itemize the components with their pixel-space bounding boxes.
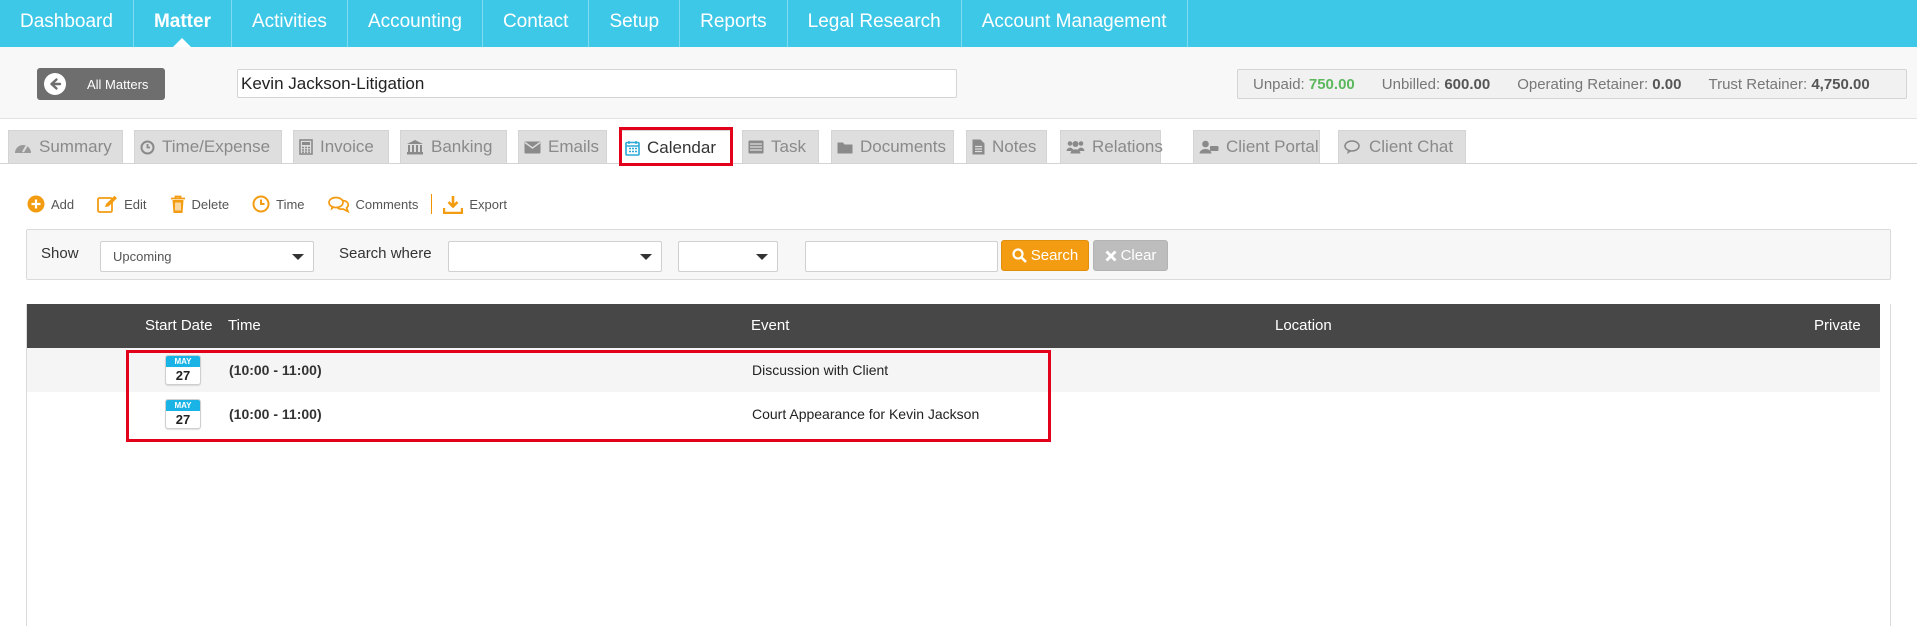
search-button[interactable]: Search [1001,240,1089,271]
date-day: 27 [175,368,191,383]
top-navigation: Dashboard Matter Activities Accounting C… [0,0,1917,47]
all-matters-button[interactable]: All Matters [37,68,165,100]
event-title: Court Appearance for Kevin Jackson [752,406,980,422]
envelope-icon [524,141,541,153]
trust-retainer-value: 4,750.00 [1811,75,1870,93]
nav-setup[interactable]: Setup [589,0,681,47]
nav-account-management[interactable]: Account Management [962,0,1188,47]
toolbar-divider [431,194,433,214]
filter-bar: Show Upcoming Search where Search Clear [26,229,1891,280]
column-start-date[interactable]: Start Date [145,317,213,334]
clear-button[interactable]: Clear [1093,240,1168,271]
dashboard-icon [15,145,31,153]
date-badge: MAY 27 [165,399,201,429]
tab-documents[interactable]: Documents [831,130,954,163]
edit-button[interactable]: Edit [97,195,147,214]
users-icon [1066,141,1085,154]
clock-icon [252,195,270,213]
unbilled-balance: Unbilled: 600.00 [1381,75,1491,93]
event-time: (10:00 - 11:00) [229,406,322,422]
edit-icon [97,195,118,213]
table-row[interactable]: MAY 27 (10:00 - 11:00) Court Appearance … [27,392,1880,436]
tab-calendar[interactable]: Calendar [619,130,733,165]
table-row[interactable]: MAY 27 (10:00 - 11:00) Discussion with C… [27,348,1880,392]
operating-retainer-balance: Operating Retainer: 0.00 [1517,75,1682,93]
nav-accounting[interactable]: Accounting [348,0,483,47]
tab-summary[interactable]: Summary [8,130,123,163]
comments-button[interactable]: Comments [327,196,418,213]
unpaid-value: 750.00 [1308,75,1355,93]
column-private[interactable]: Private [1814,317,1861,334]
nav-activities[interactable]: Activities [232,0,348,47]
tab-task[interactable]: Task [742,130,819,163]
folder-icon [837,142,853,153]
table-header: Start Date Time Event Location Private [27,304,1880,348]
bank-icon [407,140,423,155]
date-badge: MAY 27 [165,355,201,385]
all-matters-label: All Matters [87,76,149,92]
download-icon [443,195,464,214]
file-icon [972,139,985,155]
operating-retainer-value: 0.00 [1652,75,1682,93]
tab-relations[interactable]: Relations [1060,130,1163,163]
search-input[interactable] [805,241,998,272]
chat-icon [1344,139,1360,154]
column-event[interactable]: Event [751,317,789,334]
date-month: MAY [166,400,200,411]
column-time[interactable]: Time [228,317,261,334]
clock-icon [140,140,155,154]
trash-icon [170,195,185,213]
tab-client-chat[interactable]: Client Chat [1338,130,1466,163]
tab-invoice[interactable]: Invoice [293,130,389,163]
unpaid-balance: Unpaid: 750.00 [1253,75,1355,93]
export-button[interactable]: Export [443,195,507,214]
nav-reports[interactable]: Reports [680,0,788,47]
matter-name-field[interactable] [237,69,957,98]
chevron-down-icon [756,254,768,260]
tab-emails[interactable]: Emails [518,130,607,163]
plus-circle-icon [27,195,45,213]
trust-retainer-balance: Trust Retainer: 4,750.00 [1708,75,1870,93]
show-label: Show [41,245,79,262]
tab-notes[interactable]: Notes [966,130,1047,163]
user-portal-icon [1199,140,1219,154]
comments-icon [327,196,350,213]
delete-button[interactable]: Delete [170,195,229,214]
event-time: (10:00 - 11:00) [229,362,322,378]
tab-client-portal[interactable]: Client Portal [1193,130,1320,163]
nav-dashboard[interactable]: Dashboard [0,0,134,47]
column-location[interactable]: Location [1275,317,1332,334]
unbilled-value: 600.00 [1444,75,1491,93]
close-icon [1105,250,1117,261]
search-icon [1012,248,1027,263]
search-operator-select[interactable] [678,241,778,272]
add-button[interactable]: Add [27,195,74,213]
search-where-label: Search where [339,245,432,262]
event-title: Discussion with Client [752,362,889,378]
search-field-select[interactable] [448,241,662,272]
time-button[interactable]: Time [252,195,305,213]
tab-banking[interactable]: Banking [400,130,507,163]
matter-tabs: Summary Time/Expense Invoice Banking Ema… [0,128,1917,165]
nav-legal-research[interactable]: Legal Research [788,0,962,47]
date-month: MAY [166,356,200,367]
events-table: Start Date Time Event Location Private M… [26,304,1891,626]
show-select-value: Upcoming [113,249,172,264]
chevron-down-icon [640,254,652,260]
show-select[interactable]: Upcoming [100,241,314,272]
arrow-left-circle-icon [44,73,66,95]
calculator-icon [299,139,313,155]
chevron-down-icon [292,254,304,260]
matter-header: All Matters Unpaid: 750.00 Unbilled: 600… [0,47,1917,119]
date-day: 27 [175,412,191,427]
nav-contact[interactable]: Contact [483,0,590,47]
nav-matter[interactable]: Matter [134,0,232,47]
tab-time-expense[interactable]: Time/Expense [134,130,282,163]
calendar-toolbar: Add Edit Delete Time Comments Export [27,191,530,217]
balance-summary: Unpaid: 750.00 Unbilled: 600.00 Operatin… [1237,69,1907,99]
tasks-icon [748,140,764,154]
calendar-icon [625,141,640,156]
